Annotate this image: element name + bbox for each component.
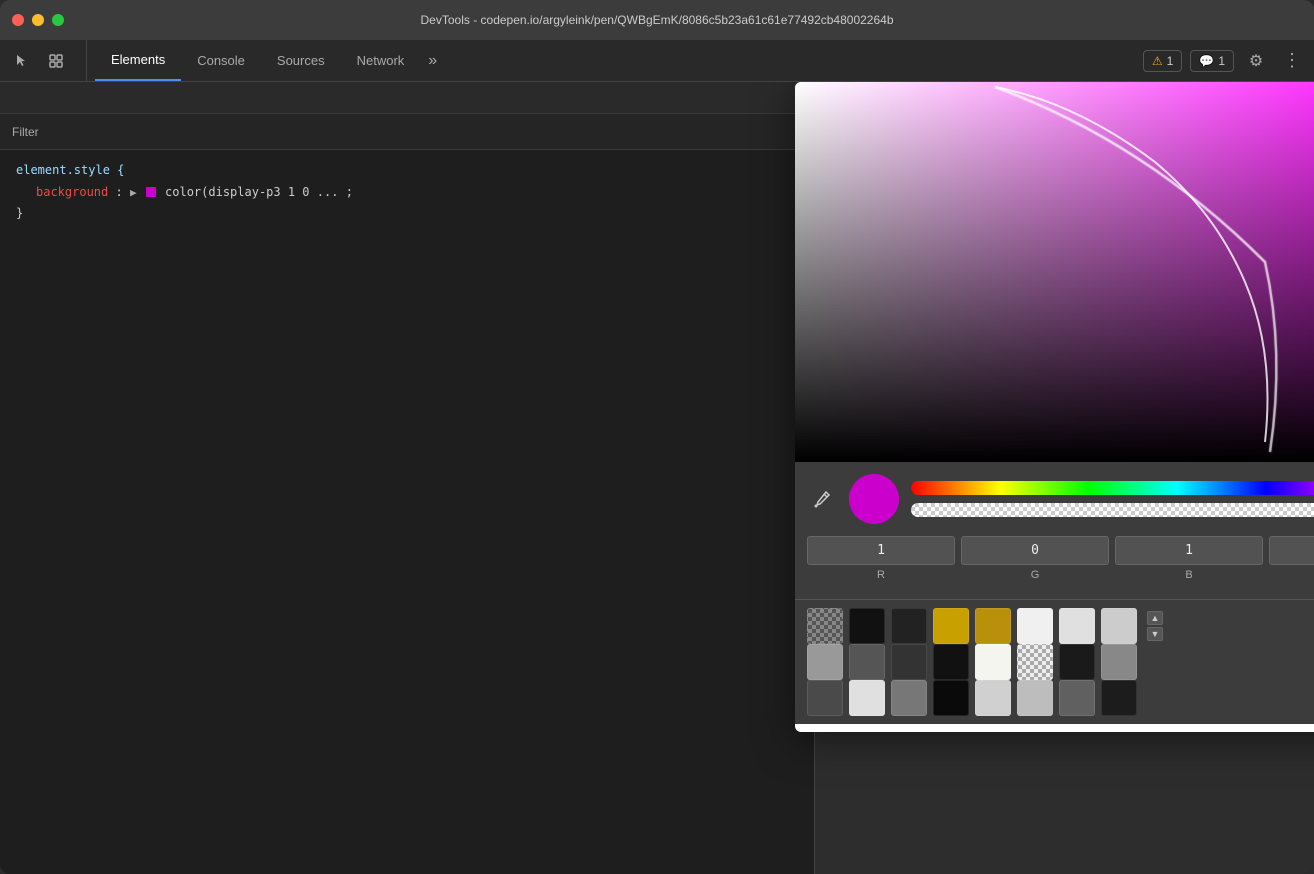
more-options-btn[interactable]: ⋮ <box>1278 47 1306 75</box>
code-selector-line: element.style { <box>16 160 798 182</box>
css-value: color(display-p3 1 0 <box>165 185 310 199</box>
tool-icons <box>8 40 87 81</box>
filter-bar: Filter <box>0 114 814 150</box>
tab-sources[interactable]: Sources <box>261 40 341 81</box>
r-input[interactable] <box>807 536 955 565</box>
element-path-bar <box>0 82 814 114</box>
swatches-row-2 <box>807 644 1314 680</box>
swatch-item[interactable] <box>933 608 969 644</box>
swatch-item[interactable] <box>849 644 885 680</box>
swatch-item[interactable] <box>849 608 885 644</box>
cursor-icon-btn[interactable] <box>8 47 36 75</box>
color-gradient-area[interactable]: sRGB <box>795 82 1314 462</box>
main-content: Filter element.style { background : ▶ co… <box>0 82 1314 874</box>
swatches-section: ▲ ▼ <box>795 599 1314 724</box>
swatch-transparent[interactable] <box>807 608 843 644</box>
b-input-group: B <box>1115 536 1263 581</box>
swatch-checkered[interactable] <box>1017 644 1053 680</box>
swatch-item[interactable] <box>933 644 969 680</box>
right-panel: × sRGB <box>814 82 1314 874</box>
swatch-item[interactable] <box>1101 680 1137 716</box>
a-input[interactable] <box>1269 536 1314 565</box>
swatch-item[interactable] <box>975 680 1011 716</box>
tab-console[interactable]: Console <box>181 40 261 81</box>
g-input-group: G <box>961 536 1109 581</box>
color-picker-controls: R G B A <box>795 462 1314 599</box>
swatch-item[interactable] <box>891 680 927 716</box>
swatch-item[interactable] <box>975 608 1011 644</box>
tab-more-btn[interactable]: » <box>420 40 445 81</box>
message-icon: 💬 <box>1199 54 1214 68</box>
swatch-item[interactable] <box>849 680 885 716</box>
left-panel: Filter element.style { background : ▶ co… <box>0 82 814 874</box>
eyedropper-btn[interactable] <box>807 484 837 514</box>
swatch-item[interactable] <box>807 644 843 680</box>
swatches-spinner: ▲ ▼ <box>1147 611 1163 641</box>
color-preview-circle[interactable] <box>849 474 899 524</box>
swatch-item[interactable] <box>1059 608 1095 644</box>
color-picker-popup: × sRGB <box>795 82 1314 732</box>
message-badge[interactable]: 💬 1 <box>1190 50 1234 72</box>
warning-badge[interactable]: ⚠ 1 <box>1143 50 1182 72</box>
opacity-slider[interactable] <box>911 503 1314 517</box>
code-ellipsis: ... <box>317 185 339 199</box>
tab-elements[interactable]: Elements <box>95 40 181 81</box>
sliders-container <box>911 481 1314 517</box>
r-input-group: R <box>807 536 955 581</box>
css-property: background <box>36 185 108 199</box>
swatches-down-btn[interactable]: ▼ <box>1147 627 1163 641</box>
r-label: R <box>877 569 885 581</box>
color-preview-row <box>807 474 1314 524</box>
swatch-item[interactable] <box>1017 608 1053 644</box>
close-traffic-light[interactable] <box>12 14 24 26</box>
a-input-group: A <box>1269 536 1314 581</box>
swatches-up-btn[interactable]: ▲ <box>1147 611 1163 625</box>
swatch-item[interactable] <box>1059 680 1095 716</box>
swatches-row-3 <box>807 680 1314 716</box>
tabbar: Elements Console Sources Network » ⚠ 1 💬… <box>0 40 1314 82</box>
g-label: G <box>1031 569 1040 581</box>
inspect-icon-btn[interactable] <box>42 47 70 75</box>
code-close-brace-line: } <box>16 203 798 225</box>
swatch-item[interactable] <box>1101 644 1137 680</box>
gradient-canvas[interactable]: sRGB <box>795 82 1314 462</box>
maximize-traffic-light[interactable] <box>52 14 64 26</box>
tab-right-area: ⚠ 1 💬 1 ⚙ ⋮ <box>1143 40 1306 81</box>
colon-text: : <box>115 185 129 199</box>
swatch-item[interactable] <box>933 680 969 716</box>
tab-network[interactable]: Network <box>341 40 421 81</box>
swatch-item[interactable] <box>807 680 843 716</box>
code-semicolon: ; <box>346 185 353 199</box>
warn-icon: ⚠ <box>1152 54 1163 68</box>
swatch-item[interactable] <box>891 608 927 644</box>
swatch-item[interactable] <box>1101 608 1137 644</box>
settings-btn[interactable]: ⚙ <box>1242 47 1270 75</box>
titlebar: DevTools - codepen.io/argyleink/pen/QWBg… <box>0 0 1314 40</box>
code-property-line: background : ▶ color(display-p3 1 0 ... … <box>16 182 798 204</box>
window-title: DevTools - codepen.io/argyleink/pen/QWBg… <box>421 13 894 27</box>
minimize-traffic-light[interactable] <box>32 14 44 26</box>
g-input[interactable] <box>961 536 1109 565</box>
expand-arrow[interactable]: ▶ <box>130 186 137 199</box>
swatch-item[interactable] <box>1017 680 1053 716</box>
swatches-row-1: ▲ ▼ <box>807 608 1314 644</box>
b-input[interactable] <box>1115 536 1263 565</box>
code-area: element.style { background : ▶ color(dis… <box>0 150 814 874</box>
color-swatch-inline[interactable] <box>146 187 156 197</box>
b-label: B <box>1185 569 1192 581</box>
swatch-item[interactable] <box>975 644 1011 680</box>
swatch-item[interactable] <box>891 644 927 680</box>
filter-label: Filter <box>12 125 39 139</box>
hue-slider[interactable] <box>911 481 1314 495</box>
traffic-lights <box>12 14 64 26</box>
devtools-window: DevTools - codepen.io/argyleink/pen/QWBg… <box>0 0 1314 874</box>
swatch-item[interactable] <box>1059 644 1095 680</box>
rgba-inputs-row: R G B A <box>807 536 1314 581</box>
css-selector: element.style { <box>16 163 124 177</box>
close-brace: } <box>16 206 23 220</box>
